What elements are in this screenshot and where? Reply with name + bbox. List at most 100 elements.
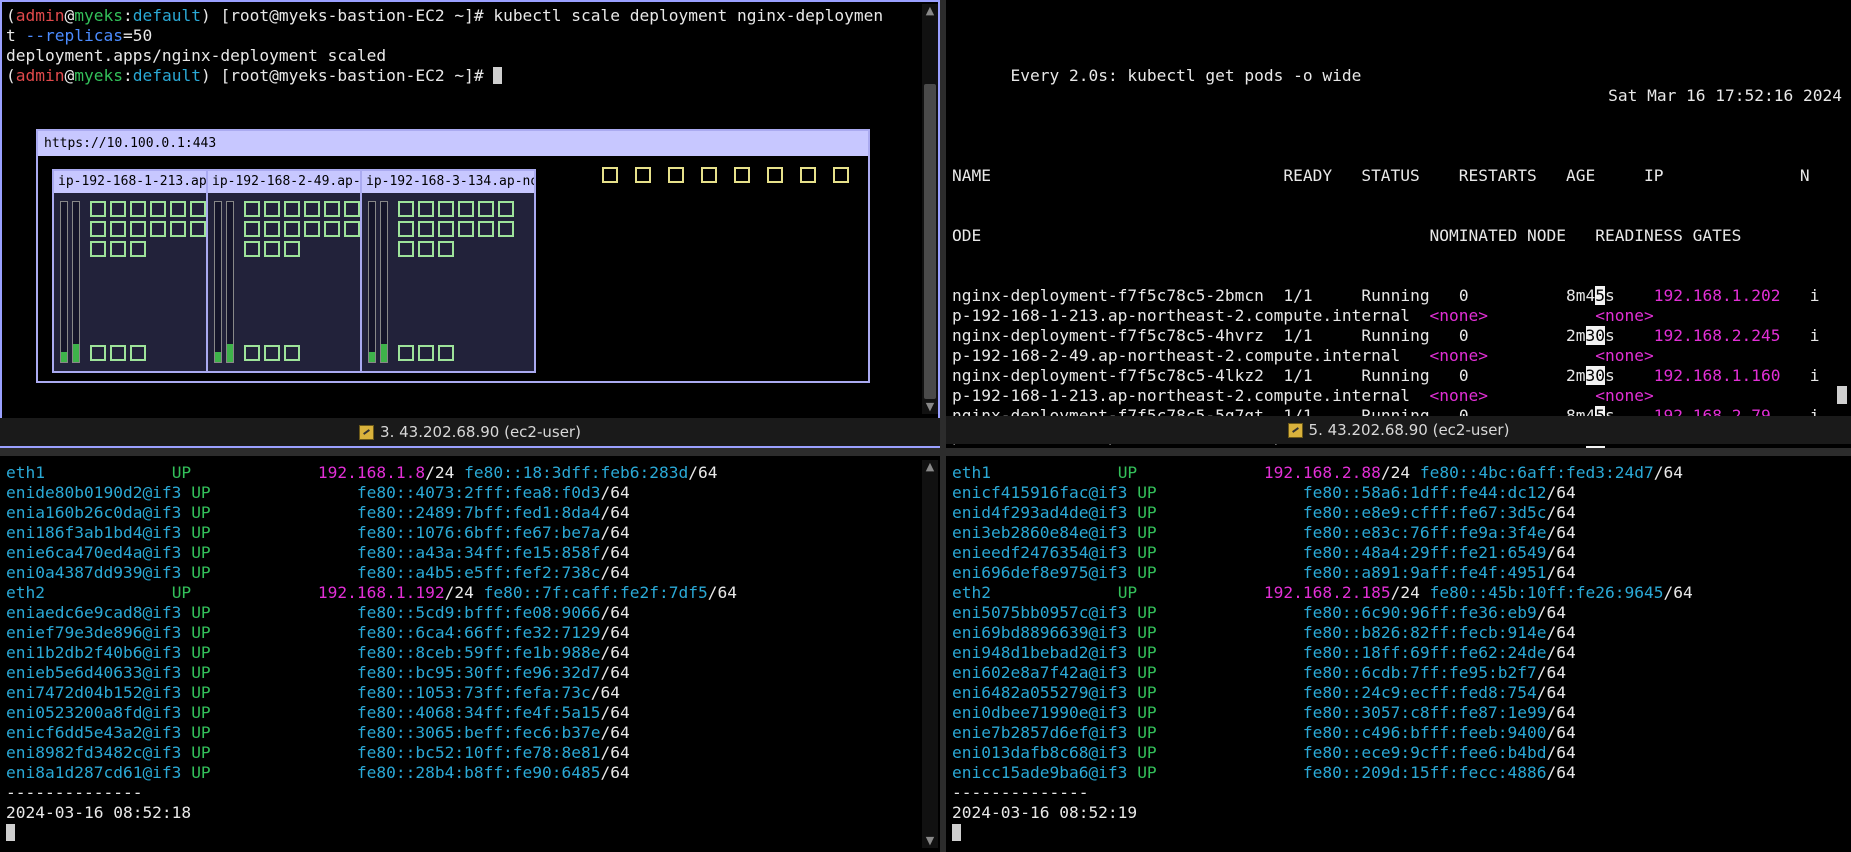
- ipv6-address: fe80::48a4:29ff:fe21:6549: [1302, 543, 1547, 562]
- interface-state: UP: [191, 623, 211, 642]
- interface-row: enide80b0190d2@if3 UP fe80::4073:2fff:fe…: [6, 483, 737, 503]
- terminal-line: deployment.apps/nginx-deployment scaled: [6, 46, 883, 66]
- pod-status: Running: [1361, 286, 1430, 305]
- column-header-wrap: ODE NOMINATED NODE READINESS GATES: [952, 226, 1742, 245]
- scroll-up-icon[interactable]: ▲: [922, 4, 938, 18]
- interface-row: eni1b2db2f40b6@if3 UP fe80::8ceb:59ff:fe…: [6, 643, 737, 663]
- interface-row: enie7b2857d6ef@if3 UP fe80::c496:bfff:fe…: [952, 723, 1693, 743]
- interface-row: eni696def8e975@if3 UP fe80::a891:9aff:fe…: [952, 563, 1693, 583]
- pod-name: nginx-deployment-f7f5c78c5-4lkz2: [952, 366, 1284, 385]
- interface-state: UP: [1137, 723, 1157, 742]
- pod-nominated-node: <none>: [1429, 346, 1489, 365]
- pod-running: [264, 221, 280, 237]
- pod-system: [90, 345, 106, 361]
- pod-running: [324, 221, 340, 237]
- ipv6-address: fe80::4073:2fff:fea8:f0d3: [356, 483, 601, 502]
- pod-running: [304, 221, 320, 237]
- ipv6-prefix: /64: [1546, 503, 1576, 522]
- terminal-text: default: [132, 6, 201, 25]
- ipv6-prefix: /64: [600, 543, 630, 562]
- pod-running: [438, 221, 454, 237]
- pod-running: [438, 201, 454, 217]
- terminal-pane-top-left[interactable]: (admin@myeks:default) [root@myeks-bastio…: [0, 0, 940, 448]
- interface-name: enia160b26c0da@if3: [6, 503, 182, 522]
- interface-row: enicc15ade9ba6@if3 UP fe80::209d:15ff:fe…: [952, 763, 1693, 783]
- interface-state: UP: [191, 643, 211, 662]
- terminal-line: t --replicas=50: [6, 26, 883, 46]
- pod-pending: [635, 167, 651, 183]
- terminal-text: myeks: [74, 66, 123, 85]
- ipv6-address: fe80::e8e9:cfff:fe67:3d5c: [1302, 503, 1547, 522]
- pod-running: [110, 221, 126, 237]
- ipv6-prefix: /64: [1546, 623, 1576, 642]
- interface-row: eni5075bb0957c@if3 UP fe80::6c90:96ff:fe…: [952, 603, 1693, 623]
- pod-running: [324, 201, 340, 217]
- ipv6-address: fe80::24c9:ecff:fed8:754: [1302, 683, 1537, 702]
- ipv6-address: fe80::bc95:30ff:fe96:32d7: [356, 663, 601, 682]
- pod-running: [398, 241, 414, 257]
- interface-name: enicc15ade9ba6@if3: [952, 763, 1128, 782]
- interface-row: eni602e8a7f42a@if3 UP fe80::6cdb:7ff:fe9…: [952, 663, 1693, 683]
- interface-name: enief79e3de896@if3: [6, 623, 182, 642]
- timestamp: 2024-03-16 08:52:18: [6, 803, 192, 822]
- ipv6-prefix: /64: [600, 643, 630, 662]
- pod-system: [438, 345, 454, 361]
- pod-running: [418, 221, 434, 237]
- pod-ready: 1/1: [1283, 286, 1313, 305]
- ipv6-address: fe80::3057:c8ff:fe87:1e99: [1302, 703, 1547, 722]
- interface-row: eth2 UP 192.168.1.192/24 fe80::7f:caff:f…: [6, 583, 737, 603]
- pod-running: [458, 221, 474, 237]
- pod-running: [244, 241, 260, 257]
- ipv6-prefix: /64: [688, 463, 718, 482]
- scrollbar-thumb[interactable]: [924, 84, 936, 399]
- pod-readiness-gates: <none>: [1595, 306, 1654, 325]
- interface-name: eni696def8e975@if3: [952, 563, 1128, 582]
- pod-age: s: [1605, 366, 1615, 385]
- ipv6-prefix: /64: [1546, 563, 1576, 582]
- interface-state: UP: [191, 543, 211, 562]
- terminal-pane-top-right[interactable]: Every 2.0s: kubectl get pods -o wide Sat…: [946, 0, 1851, 448]
- pod-running: [130, 241, 146, 257]
- pod-system: [398, 345, 414, 361]
- interface-name: eni186f3ab1bd4@if3: [6, 523, 182, 542]
- scrollbar[interactable]: ▲ ▼: [922, 4, 938, 414]
- interface-name: eth2: [952, 583, 991, 602]
- pod-readiness-gates: <none>: [1595, 346, 1654, 365]
- scrollbar[interactable]: ▲ ▼: [922, 460, 938, 848]
- interface-name: eni602e8a7f42a@if3: [952, 663, 1128, 682]
- cluster-node: ip-192-168-1-213.ap-northeast-2.compute.…: [52, 169, 228, 373]
- pod-running: [498, 201, 514, 217]
- interface-name: eni8982fd3482c@if3: [6, 743, 182, 762]
- bar-fill: [381, 344, 387, 362]
- scroll-down-icon[interactable]: ▼: [922, 834, 938, 848]
- ipv6-prefix: /64: [1546, 723, 1576, 742]
- interface-state: UP: [191, 743, 211, 762]
- pod-age: 2m: [1566, 366, 1586, 385]
- cursor: [6, 824, 15, 841]
- interface-name: eni7472d04b152@if3: [6, 683, 182, 702]
- ipv6-address: fe80::ece9:9cff:fee6:b4bd: [1302, 743, 1547, 762]
- pod-age: 5: [1595, 286, 1606, 305]
- pod-pending: [602, 167, 618, 183]
- pod-name: nginx-deployment-f7f5c78c5-4hvrz: [952, 326, 1284, 345]
- terminal-pane-bottom-right[interactable]: eth1 UP 192.168.2.88/24 fe80::4bc:6aff:f…: [946, 456, 1851, 852]
- interface-row: eni948d1bebad2@if3 UP fe80::18ff:69ff:fe…: [952, 643, 1693, 663]
- terminal-pane-bottom-left[interactable]: eth1 UP 192.168.1.8/24 fe80::18:3dff:feb…: [0, 456, 940, 852]
- cluster-node: ip-192-168-2-49.ap-northeast-2.compute.i…: [206, 169, 382, 373]
- interface-name: eni0a4387dd939@if3: [6, 563, 182, 582]
- pod-running: [110, 241, 126, 257]
- pod-row: nginx-deployment-f7f5c78c5-4lkz2 1/1 Run…: [952, 366, 1820, 385]
- interface-name: eth1: [6, 463, 45, 482]
- scroll-down-icon[interactable]: ▼: [922, 400, 938, 414]
- kube-ops-view-url: https://10.100.0.1:443: [38, 131, 868, 156]
- pod-running: [264, 241, 280, 257]
- scroll-up-icon[interactable]: ▲: [922, 460, 938, 474]
- interface-row: eniaedc6e9cad8@if3 UP fe80::5cd9:bfff:fe…: [6, 603, 737, 623]
- interface-state: UP: [191, 563, 211, 582]
- pod-running: [478, 221, 494, 237]
- interface-name: eth1: [952, 463, 991, 482]
- pane-divider-horizontal[interactable]: [0, 448, 1851, 456]
- interface-state: UP: [191, 663, 211, 682]
- pod-age: s: [1605, 286, 1615, 305]
- pod-node: p-192-168-2-49.ap-northeast-2.compute.in…: [952, 346, 1430, 365]
